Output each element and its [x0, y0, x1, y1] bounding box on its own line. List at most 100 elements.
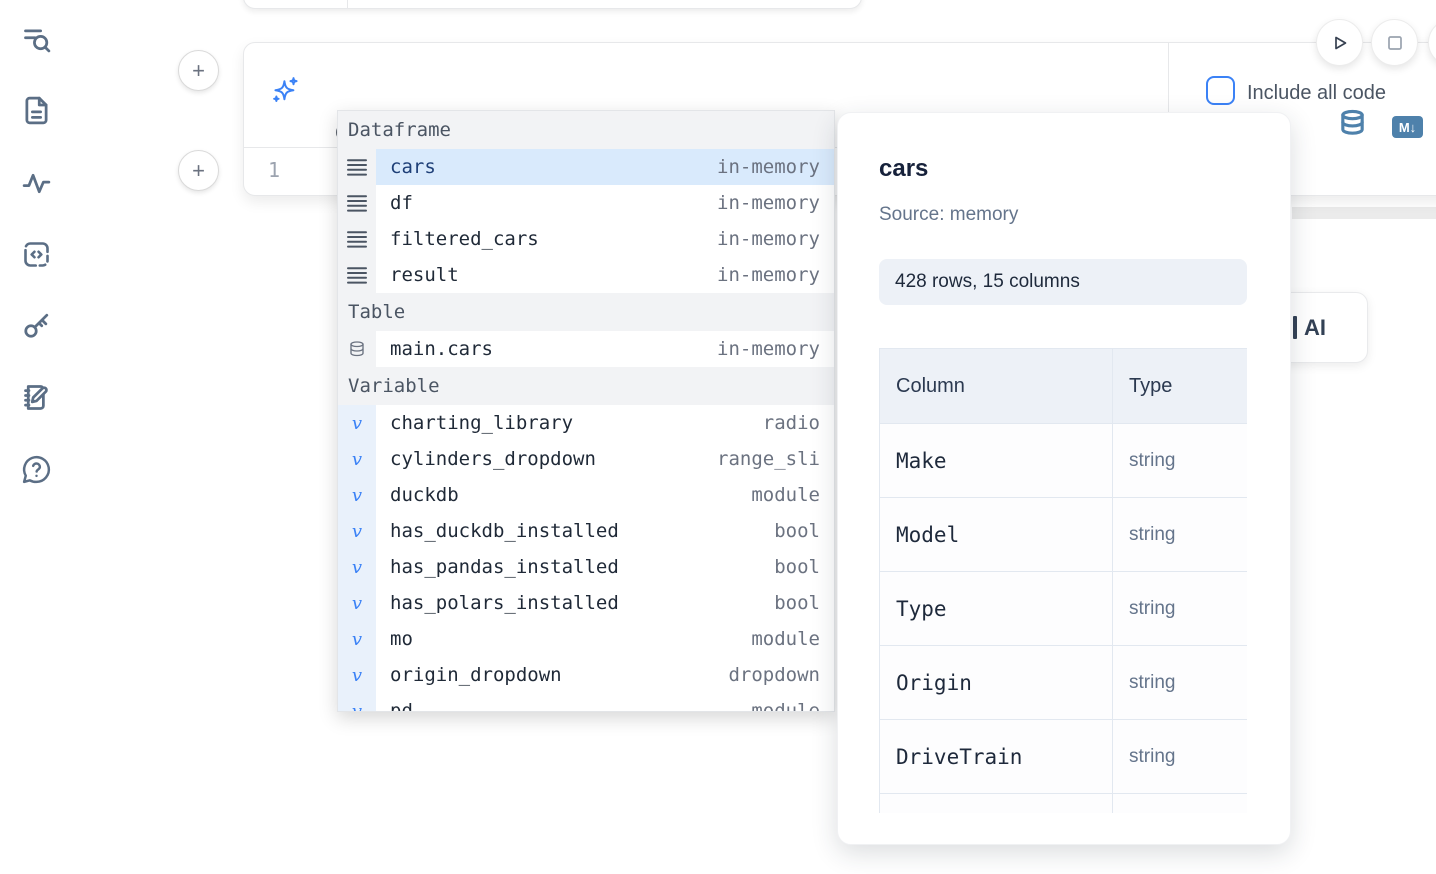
schema-row-partial — [880, 794, 1248, 814]
dataframe-rows-icon — [338, 221, 376, 257]
include-all-code-checkbox[interactable] — [1206, 76, 1235, 105]
schema-row: Typestring — [880, 572, 1248, 646]
horizontal-scrollbar[interactable] — [1292, 207, 1436, 219]
key-icon[interactable] — [20, 309, 53, 342]
schema-row: DriveTrainstring — [880, 720, 1248, 794]
dataframe-rows-icon — [338, 149, 376, 185]
schema-column-type: string — [1113, 720, 1248, 794]
item-name: has_polars_installed — [390, 592, 619, 614]
variable-v-icon: v — [338, 621, 376, 657]
variable-v-icon: v — [338, 693, 376, 712]
autocomplete-item[interactable]: vhas_pandas_installedbool — [338, 549, 834, 585]
play-icon — [1328, 31, 1352, 55]
item-name: main.cars — [390, 338, 493, 360]
autocomplete-item[interactable]: v cylinders_dropdown range_sli — [338, 441, 834, 477]
variable-v-icon: v — [338, 477, 376, 513]
autocomplete-item[interactable]: resultin-memory — [338, 257, 834, 293]
item-type: bool — [762, 520, 820, 542]
schema-table-wrap: ColumnTypeMakestringModelstringTypestrin… — [879, 348, 1247, 813]
item-name: has_duckdb_installed — [390, 520, 619, 542]
schema-column-name: Origin — [880, 646, 1113, 720]
generate-ai-label: AI — [1304, 315, 1326, 341]
item-type: module — [739, 484, 820, 506]
autocomplete-item-main: charting_libraryradio — [376, 405, 834, 441]
autocomplete-item-main: has_pandas_installedbool — [376, 549, 834, 585]
autocomplete-item[interactable]: carsin-memory — [338, 149, 834, 185]
autocomplete-item-main: duckdbmodule — [376, 477, 834, 513]
item-name: cylinders_dropdown — [390, 448, 596, 470]
item-name: pd — [390, 700, 413, 712]
help-chat-icon[interactable] — [20, 453, 53, 486]
autocomplete-item[interactable]: vhas_polars_installedbool — [338, 585, 834, 621]
item-type: bool — [762, 592, 820, 614]
preview-title: cars — [879, 155, 928, 183]
line-number: 1 — [268, 158, 280, 182]
schema-column-type: string — [1113, 498, 1248, 572]
autocomplete-item[interactable]: v origin_dropdown dropdown — [338, 657, 834, 693]
item-type: dropdown — [716, 664, 820, 686]
autocomplete-item-main: filtered_carsin-memory — [376, 221, 834, 257]
preview-source: Source: memory — [879, 204, 1018, 226]
item-type: in-memory — [705, 338, 820, 360]
stop-button[interactable] — [1371, 19, 1418, 66]
shape-badge: 428 rows, 15 columns — [879, 259, 1247, 305]
autocomplete-item[interactable]: vduckdbmodule — [338, 477, 834, 513]
schema-table: ColumnTypeMakestringModelstringTypestrin… — [879, 348, 1247, 813]
autocomplete-item[interactable]: main.cars in-memory — [338, 331, 834, 367]
notebook-list-search-icon[interactable] — [20, 24, 53, 57]
schema-row: Makestring — [880, 424, 1248, 498]
database-icon[interactable] — [1338, 109, 1367, 142]
schema-column-type: string — [1113, 646, 1248, 720]
autocomplete-item-main: carsin-memory — [376, 149, 834, 185]
dataframe-preview-panel: cars Source: memory 428 rows, 15 columns… — [837, 112, 1291, 845]
activity-icon[interactable] — [20, 167, 53, 200]
code-block-icon[interactable] — [20, 238, 53, 271]
variable-v-icon: v — [338, 657, 376, 693]
autocomplete-item-main: momodule — [376, 621, 834, 657]
run-cell-button[interactable] — [1316, 19, 1363, 66]
left-sidebar — [0, 0, 72, 874]
add-cell-above-button[interactable]: + — [178, 50, 219, 91]
autocomplete-item-main: pd module — [376, 693, 834, 712]
dataframe-rows-icon — [338, 185, 376, 221]
schema-column-name: Make — [880, 424, 1113, 498]
schema-column-type: string — [1113, 572, 1248, 646]
autocomplete-item[interactable]: df in-memory — [338, 185, 834, 221]
schema-column-name: Model — [880, 498, 1113, 572]
cell-gutter-divider — [347, 0, 348, 8]
item-type: in-memory — [705, 156, 820, 178]
markdown-convert-icon[interactable]: M↓ — [1392, 116, 1423, 138]
item-type: bool — [762, 556, 820, 578]
autocomplete-item-main: cylinders_dropdown range_sli — [376, 441, 834, 477]
stop-icon — [1383, 31, 1407, 55]
autocomplete-item-main: main.cars in-memory — [376, 331, 834, 367]
autocomplete-item[interactable]: vmomodule — [338, 621, 834, 657]
autocomplete-item[interactable]: v pd module — [338, 693, 834, 712]
autocomplete-item-main: df in-memory — [376, 185, 834, 221]
item-name: origin_dropdown — [390, 664, 562, 686]
item-type: range_sli — [705, 448, 820, 470]
autocomplete-section-header: Table — [338, 293, 834, 331]
schema-header-type: Type — [1113, 349, 1248, 424]
dataframe-rows-icon — [338, 257, 376, 293]
item-type: in-memory — [705, 192, 820, 214]
autocomplete-item[interactable]: vcharting_libraryradio — [338, 405, 834, 441]
include-all-code-label: Include all code — [1247, 82, 1386, 105]
schema-column-type: string — [1113, 424, 1248, 498]
sparkles-ai-icon — [271, 76, 299, 104]
schema-column-name: Type — [880, 572, 1113, 646]
file-document-icon[interactable] — [20, 94, 53, 127]
scratchpad-icon[interactable] — [20, 381, 53, 414]
autocomplete-item-main: has_duckdb_installed bool — [376, 513, 834, 549]
item-type: module — [739, 700, 820, 712]
schema-header-column: Column — [880, 349, 1113, 424]
item-name: charting_library — [390, 412, 573, 434]
autocomplete-item[interactable]: vhas_duckdb_installedbool — [338, 513, 834, 549]
item-type: in-memory — [705, 264, 820, 286]
autocomplete-item[interactable]: filtered_carsin-memory — [338, 221, 834, 257]
variable-v-icon: v — [338, 441, 376, 477]
item-name: df — [390, 192, 413, 214]
autocomplete-item-main: has_polars_installed bool — [376, 585, 834, 621]
add-cell-below-button[interactable]: + — [178, 150, 219, 191]
clipped-letter-fragment — [1293, 316, 1297, 339]
